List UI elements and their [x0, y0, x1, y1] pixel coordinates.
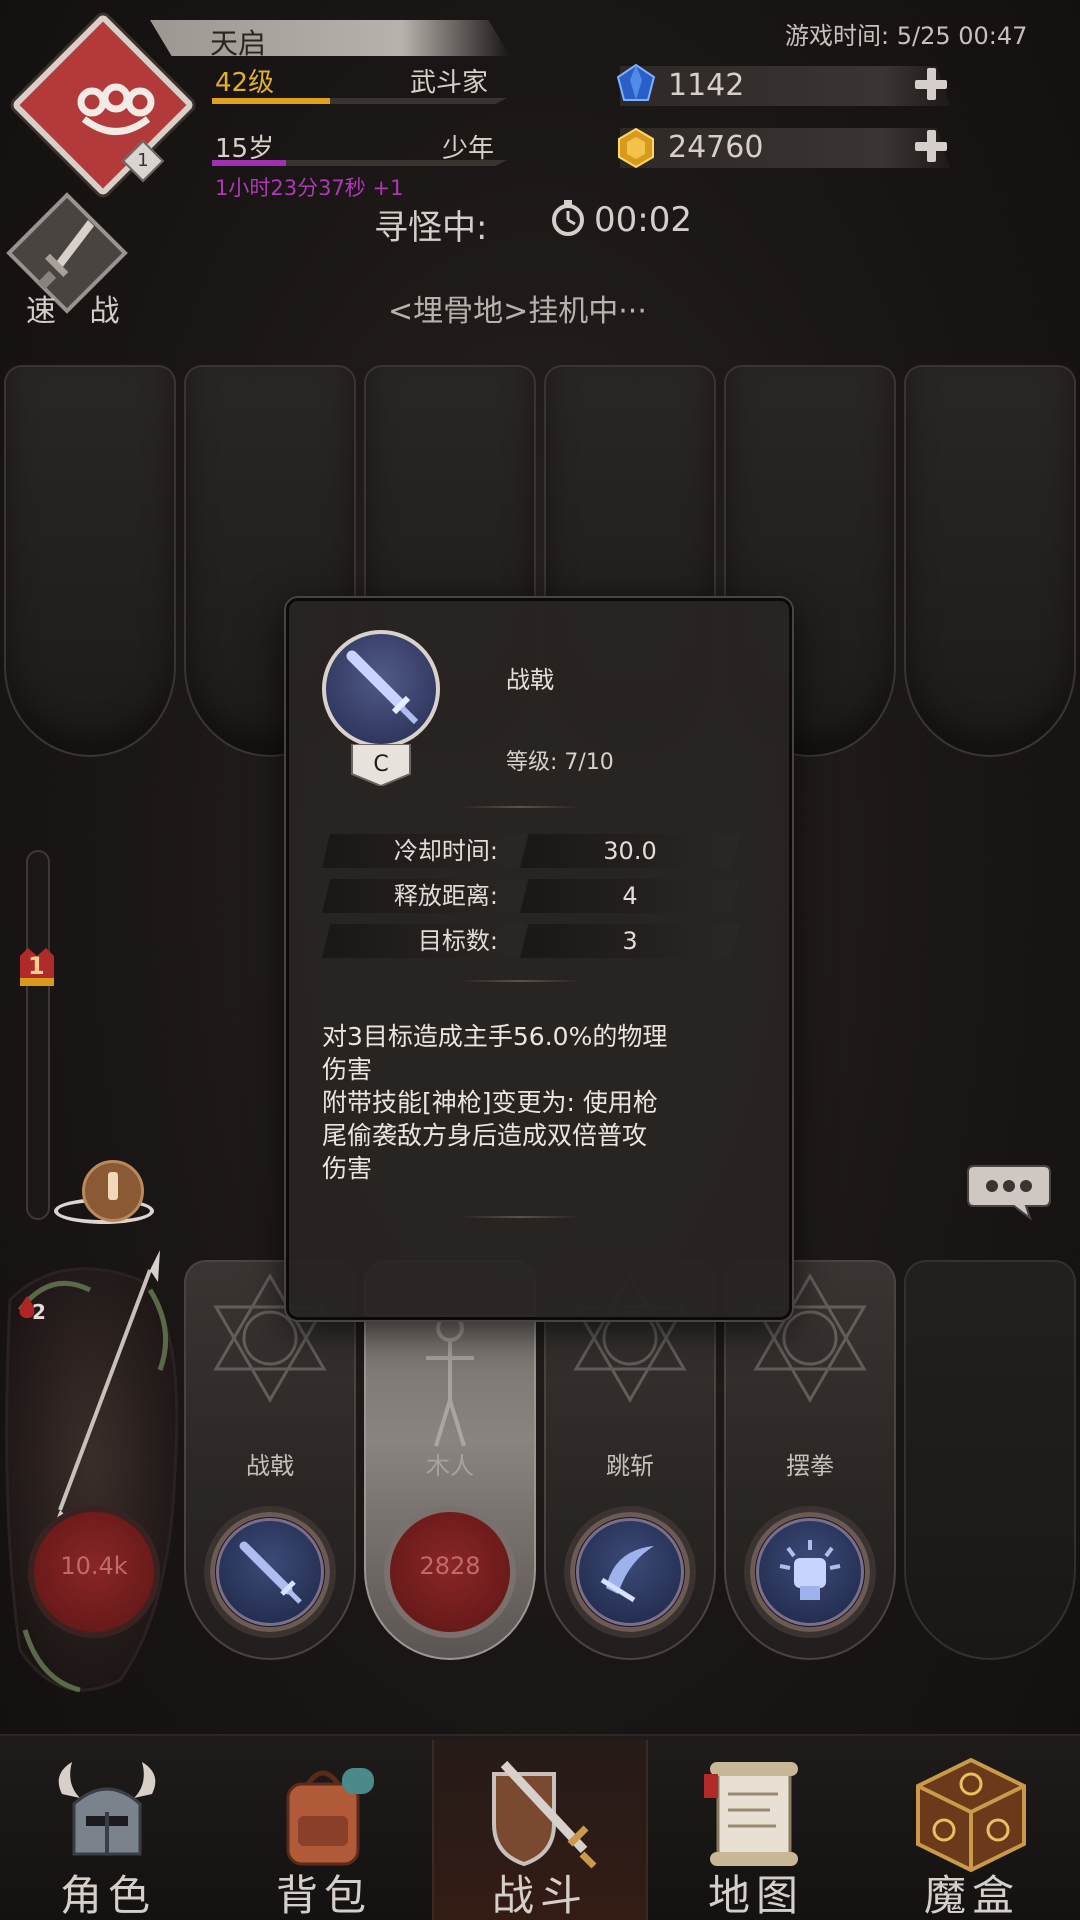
diamond-value: 1142 [668, 68, 745, 103]
quick-battle-label: 速 战 [26, 294, 132, 329]
backpack-icon [286, 1768, 374, 1866]
age-progress-bar [212, 160, 507, 166]
age-progress-fill [212, 160, 286, 166]
age-timer: 1小时23分37秒 +1 [215, 176, 404, 200]
halberd-sword-icon [239, 1541, 302, 1604]
nav-label: 背包 [275, 1871, 372, 1920]
level-progress-bar [212, 98, 507, 104]
stat-cooldown-label: 冷却时间: [322, 834, 526, 868]
skill-label: 摆拳 [786, 1452, 834, 1480]
add-gold-button[interactable] [913, 128, 949, 164]
divider [460, 980, 580, 982]
divider [460, 806, 580, 808]
player-class: 武斗家 [410, 68, 489, 98]
name-banner [150, 20, 510, 56]
description-line: 尾偷袭敌方身后造成双倍普攻 [322, 1121, 648, 1150]
nav-label: 战斗 [491, 1871, 588, 1920]
stat-cooldown-value: 30.0 [520, 834, 740, 868]
leap-slash-icon [600, 1546, 654, 1603]
divider [460, 1216, 580, 1218]
game-time: 游戏时间: 5/25 00:47 [785, 22, 1028, 50]
stat-targets-label: 目标数: [322, 924, 526, 958]
empty-skill-slot[interactable] [904, 1260, 1076, 1660]
skill-grade: C [373, 752, 389, 777]
description-line: 对3目标造成主手56.0%的物理 [322, 1022, 668, 1051]
magic-cube-icon [916, 1757, 1026, 1873]
skill-label: 跳斩 [606, 1452, 654, 1480]
nav-label: 地图 [707, 1871, 804, 1920]
description-line: 伤害 [322, 1154, 373, 1183]
stat-range-label: 释放距离: [322, 879, 526, 913]
horned-helmet-icon [58, 1762, 156, 1856]
tooltip-skill-name: 战戟 [506, 666, 554, 694]
alert-mark [108, 1172, 118, 1200]
gauge-marker-value: 1 [28, 952, 45, 980]
description-line: 伤害 [322, 1055, 373, 1084]
stat-targets-value: 3 [520, 924, 740, 958]
nav-label: 角色 [59, 1871, 156, 1920]
scroll-map-icon [704, 1762, 798, 1866]
idle-status: <埋骨地>挂机中··· [388, 294, 647, 329]
player-name: 天启 [210, 27, 267, 60]
level-progress-fill [212, 98, 330, 104]
dummy-label: 木人 [426, 1452, 474, 1480]
chat-bubble-icon[interactable] [966, 1162, 1052, 1220]
skill-label: 战戟 [246, 1452, 294, 1480]
gold-value: 24760 [668, 130, 764, 165]
sword-shield-icon [492, 1760, 597, 1869]
emblem-rank-number: 1 [137, 150, 149, 171]
player-age: 15岁 [215, 134, 275, 164]
description-line: 附带技能[神枪]变更为: 使用枪 [322, 1088, 658, 1117]
add-diamond-button[interactable] [913, 66, 949, 102]
search-label: 寻怪中: [374, 208, 488, 248]
search-time: 00:02 [594, 200, 692, 240]
tooltip-skill-level: 等级: 7/10 [506, 750, 614, 775]
stat-range-value: 4 [520, 879, 740, 913]
stopwatch-icon [552, 200, 584, 236]
gold-gem-icon [618, 127, 654, 169]
brass-knuckles-icon [77, 83, 155, 135]
wooden-dummy-icon [426, 1314, 474, 1447]
hero-hp-text: 10.4k [60, 1552, 128, 1580]
enemy-slot [904, 365, 1076, 757]
enemy-slot [4, 365, 176, 757]
player-level: 42级 [215, 68, 275, 98]
hero-portrait[interactable] [0, 1210, 190, 1730]
sword-icon [37, 220, 94, 290]
dummy-hp-text: 2828 [419, 1552, 481, 1580]
halberd-sword-icon [346, 650, 419, 725]
distance-gauge [26, 850, 50, 1220]
life-stage: 少年 [442, 134, 495, 164]
blood-count: 2 [32, 1300, 46, 1324]
blue-gem-icon [616, 63, 656, 101]
tooltip-description: 对3目标造成主手56.0%的物理 伤害 附带技能[神枪]变更为: 使用枪 尾偷袭… [322, 1020, 762, 1185]
fist-icon [779, 1540, 841, 1600]
nav-label: 魔盒 [923, 1871, 1020, 1920]
